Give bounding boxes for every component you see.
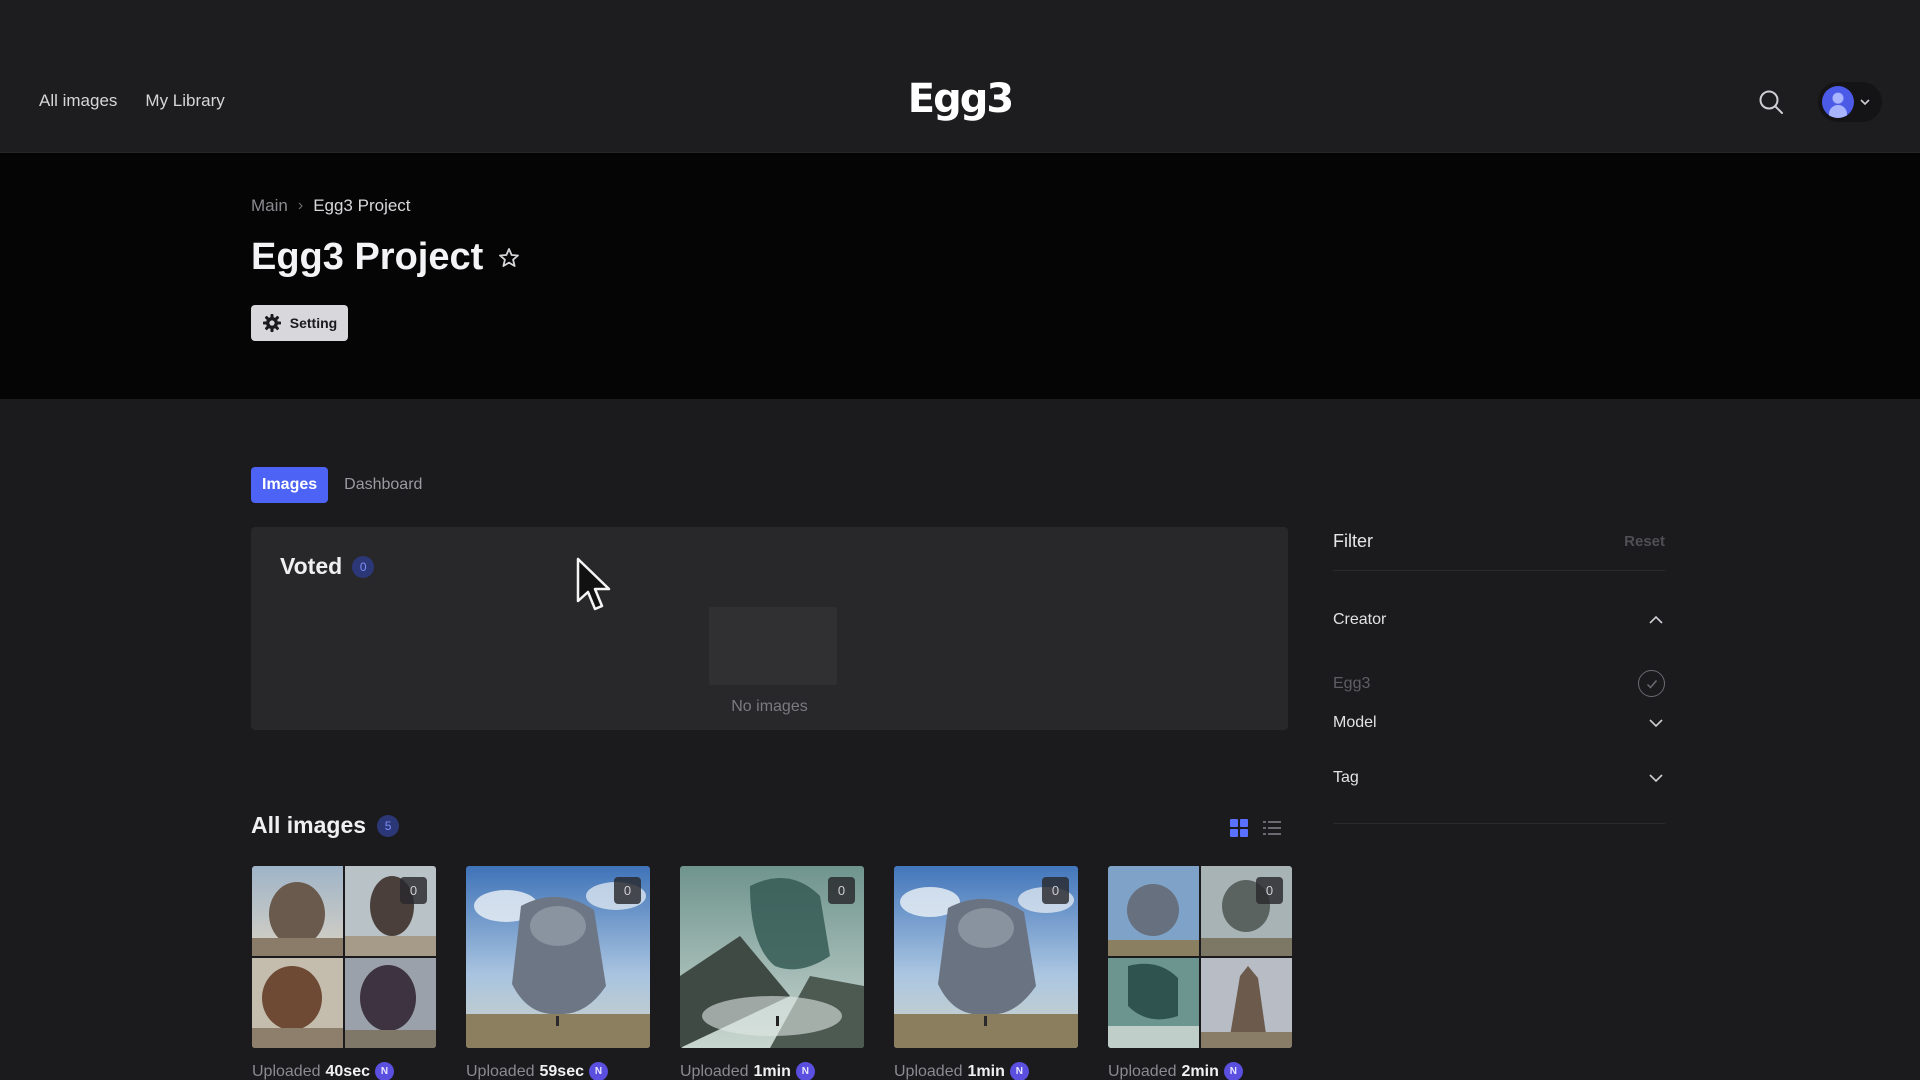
image-thumbnail-stone-golem[interactable]: 0	[466, 866, 650, 1048]
tab-images[interactable]: Images	[251, 467, 329, 503]
image-card: 0 Uploaded 40sec N	[252, 866, 436, 1080]
filter-title: Filter	[1333, 530, 1373, 551]
empty-state-text: No images	[731, 698, 808, 715]
upload-time: 1min	[967, 1062, 1005, 1080]
new-badge: N	[1223, 1062, 1243, 1080]
check-circle-icon[interactable]	[1638, 670, 1665, 697]
top-navbar: All images My Library Egg3	[0, 0, 1920, 153]
star-icon[interactable]	[497, 246, 521, 270]
filter-header: Filter Reset	[1333, 528, 1665, 554]
upload-time: 59sec	[539, 1062, 585, 1080]
egg3-logo[interactable]: Egg3	[907, 74, 1014, 124]
filter-option-label: Egg3	[1333, 674, 1371, 692]
image-thumbnail-grid-4[interactable]: 0	[252, 866, 436, 1048]
vote-count-badge[interactable]: 0	[614, 877, 641, 904]
avatar	[1822, 86, 1854, 118]
uploaded-label: Uploaded	[680, 1062, 749, 1080]
all-images-title: All images	[251, 812, 367, 838]
filter-divider	[1333, 823, 1665, 824]
filter-creator-label: Creator	[1333, 611, 1387, 628]
filter-tag-toggle[interactable]: Tag	[1333, 769, 1665, 787]
voted-header: Voted 0	[280, 553, 375, 580]
chevron-down-icon	[1649, 774, 1663, 783]
user-menu-button[interactable]	[1818, 82, 1882, 122]
tab-dashboard[interactable]: Dashboard	[344, 476, 422, 494]
image-thumbnail-mist-giant[interactable]: 0	[680, 866, 864, 1048]
page-title-row: Egg3 Project	[251, 236, 521, 279]
vote-count-badge[interactable]: 0	[1042, 877, 1069, 904]
vote-count-badge[interactable]: 0	[828, 877, 855, 904]
new-badge: N	[795, 1062, 815, 1080]
uploaded-label: Uploaded	[1108, 1062, 1177, 1080]
empty-placeholder-image	[709, 607, 837, 685]
upload-info: Uploaded 1min N	[680, 1062, 864, 1080]
new-badge: N	[1009, 1062, 1029, 1080]
breadcrumb: Main › Egg3 Project	[251, 196, 411, 216]
nav-all-images-link[interactable]: All images	[39, 91, 117, 111]
image-card: 0 Uploaded 59sec N	[466, 866, 650, 1080]
upload-time: 1min	[753, 1062, 791, 1080]
gear-icon	[262, 314, 281, 332]
list-view-icon[interactable]	[1262, 818, 1282, 838]
page-title: Egg3 Project	[251, 236, 484, 278]
filter-panel: Filter Reset Creator Egg3 Model Tag	[1333, 528, 1665, 824]
nav-links: All images My Library	[39, 91, 225, 111]
upload-time: 40sec	[325, 1062, 371, 1080]
image-thumbnail-grid-4-mixed[interactable]: 0	[1108, 866, 1292, 1048]
setting-button-label: Setting	[289, 315, 338, 331]
chevron-down-icon	[1649, 719, 1663, 728]
content-tabs: Images Dashboard	[251, 467, 422, 503]
image-thumbnail-stone-golem[interactable]: 0	[894, 866, 1078, 1048]
image-grid: 0 Uploaded 40sec N 0 Uploaded 59sec N 0 …	[252, 866, 1292, 1080]
image-card: 0 Uploaded 2min N	[1108, 866, 1292, 1080]
uploaded-label: Uploaded	[894, 1062, 963, 1080]
new-badge: N	[589, 1062, 608, 1080]
voted-title: Voted	[280, 553, 343, 579]
chevron-up-icon	[1649, 615, 1663, 624]
filter-creator-option-egg3[interactable]: Egg3	[1333, 670, 1665, 697]
upload-info: Uploaded 59sec N	[466, 1062, 650, 1080]
upload-time: 2min	[1181, 1062, 1219, 1080]
upload-info: Uploaded 40sec N	[252, 1062, 436, 1080]
uploaded-label: Uploaded	[466, 1062, 535, 1080]
filter-model-label: Model	[1333, 714, 1377, 731]
upload-info: Uploaded 1min N	[894, 1062, 1078, 1080]
all-images-count-badge: 5	[377, 814, 400, 837]
new-badge: N	[375, 1062, 394, 1080]
setting-button[interactable]: Setting	[251, 305, 348, 341]
logo-text: Egg3	[907, 76, 1014, 122]
voted-section: Voted 0 No images	[251, 527, 1288, 730]
vote-count-badge[interactable]: 0	[400, 877, 427, 904]
voted-count-badge: 0	[352, 555, 375, 578]
vote-count-badge[interactable]: 0	[1256, 877, 1283, 904]
chevron-down-icon	[1860, 99, 1870, 106]
filter-reset-button[interactable]: Reset	[1624, 533, 1665, 550]
image-card: 0 Uploaded 1min N	[680, 866, 864, 1080]
breadcrumb-separator: ›	[297, 197, 304, 214]
filter-divider	[1333, 570, 1665, 571]
nav-my-library-link[interactable]: My Library	[145, 91, 224, 111]
breadcrumb-main-link[interactable]: Main	[251, 196, 288, 216]
grid-view-icon[interactable]	[1229, 818, 1249, 838]
filter-creator-toggle[interactable]: Creator	[1333, 611, 1665, 629]
filter-model-toggle[interactable]: Model	[1333, 714, 1665, 732]
uploaded-label: Uploaded	[252, 1062, 321, 1080]
filter-tag-label: Tag	[1333, 769, 1359, 786]
image-card: 0 Uploaded 1min N	[894, 866, 1078, 1080]
breadcrumb-current: Egg3 Project	[313, 196, 411, 215]
search-icon[interactable]	[1758, 89, 1784, 115]
upload-info: Uploaded 2min N	[1108, 1062, 1292, 1080]
all-images-header: All images 5	[251, 812, 400, 839]
